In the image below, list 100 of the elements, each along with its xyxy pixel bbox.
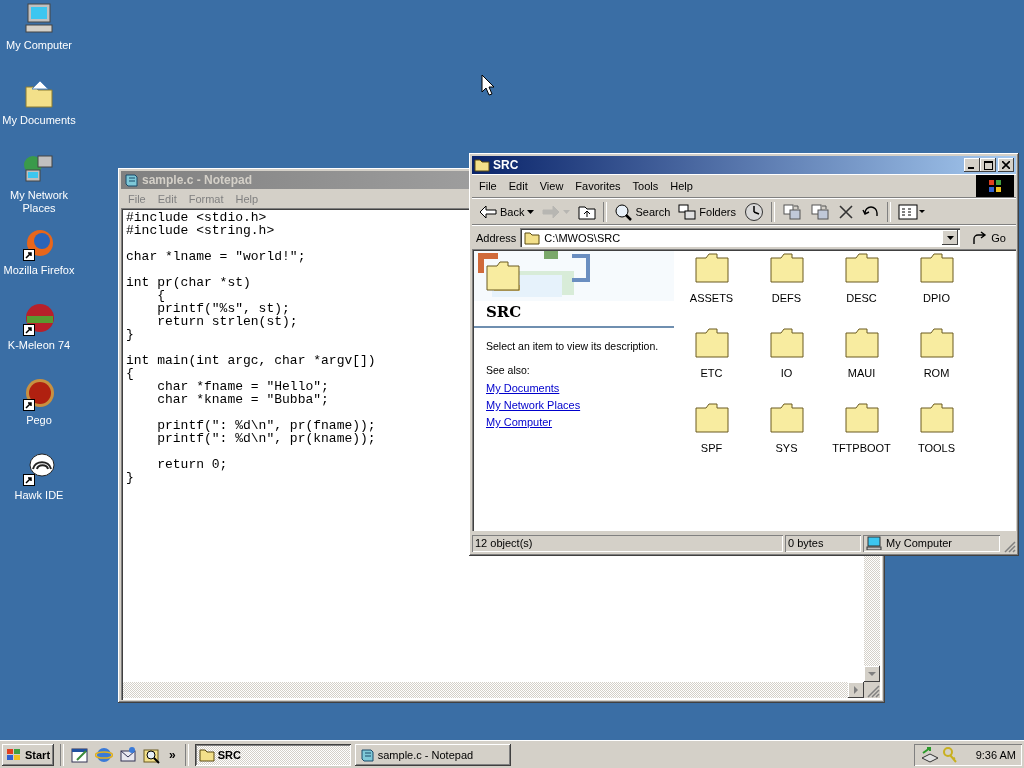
document-text: #include <stdio.h> #include <string.h> char *lname = "world!"; int pr(char *st) { printf("%s", st); return strlen(st); } int main(int argc, char *argv[]) { char *fname = "Hello"; char *kname = "Bubba"; printf(": %d\n", pr(fname)); printf(": %d\n", pr(kname)); return 0; }: [126, 211, 376, 484]
folder-icon: [769, 328, 804, 358]
network-icon[interactable]: [920, 745, 940, 764]
maximize-button[interactable]: [980, 158, 996, 172]
menu-item[interactable]: Edit: [503, 179, 533, 193]
notepad-icon: [123, 172, 139, 188]
folder-item[interactable]: DPIO: [899, 253, 974, 328]
go-button[interactable]: Go: [964, 230, 1012, 245]
desktop-shortcut[interactable]: Mozilla Firefox: [0, 225, 78, 300]
left-arrow-icon: [479, 204, 497, 219]
desktop-icon[interactable]: [71, 745, 90, 764]
address-label: Address: [476, 231, 517, 244]
address-field[interactable]: C:\MWOS\SRC: [520, 228, 961, 247]
views-icon: [898, 203, 926, 220]
clock: 9:36 AM: [975, 748, 1016, 761]
link[interactable]: My Network Places: [486, 397, 581, 414]
menu-item[interactable]: Favorites: [570, 179, 626, 193]
desktop-shortcut[interactable]: Hawk IDE: [0, 450, 78, 525]
taskbar-button[interactable]: sample.c - Notepad: [354, 743, 511, 766]
desktop-shortcut[interactable]: Pego: [0, 375, 78, 450]
move-to-icon: [782, 202, 802, 221]
windows-logo-icon: [987, 178, 1003, 194]
folder-icon: [769, 403, 804, 433]
desktop-shortcut[interactable]: K-Meleon 74: [0, 300, 78, 375]
folder-icon: [844, 253, 879, 283]
window-title: sample.c - Notepad: [142, 173, 253, 187]
folder-icon: [198, 747, 215, 762]
right-arrow-icon: [542, 204, 561, 219]
minimize-button[interactable]: [964, 158, 980, 172]
folder-item[interactable]: ASSETS: [674, 253, 749, 328]
folder-icon: [844, 403, 879, 433]
status-objects: 12 object(s): [472, 534, 783, 552]
desktop-shortcut[interactable]: My Network Places: [0, 150, 78, 225]
close-icon: [1002, 161, 1010, 169]
folder-heading: SRC: [485, 302, 523, 321]
menu-item[interactable]: View: [534, 179, 569, 193]
taskbar-button[interactable]: SRC: [194, 743, 351, 766]
back-button[interactable]: Back: [476, 202, 538, 221]
folder-up-icon: [578, 203, 597, 220]
search-button[interactable]: Search: [611, 200, 674, 223]
folder-item[interactable]: SYS: [749, 403, 824, 478]
folder-icon: [919, 403, 954, 433]
folder-item[interactable]: DEFS: [749, 253, 824, 328]
copy-to-icon: [810, 202, 830, 221]
folder-icon: [694, 253, 729, 283]
caret-icon: [563, 209, 571, 214]
scroll-down-button[interactable]: [864, 666, 880, 682]
more-button[interactable]: »: [166, 747, 179, 762]
caret-icon: [868, 671, 876, 677]
delete-icon: [838, 203, 854, 220]
dropdown-button[interactable]: [942, 230, 959, 245]
folder-icon: [694, 328, 729, 358]
folder-icon: [524, 230, 541, 245]
folder-item[interactable]: MAUI: [824, 328, 899, 403]
search-icon: [614, 202, 633, 221]
menu-item[interactable]: Tools: [627, 179, 664, 193]
folder-item[interactable]: ETC: [674, 328, 749, 403]
clock-icon: [744, 201, 764, 222]
folder-icon: [486, 261, 520, 291]
computer-icon: [22, 2, 56, 36]
folder-item[interactable]: ROM: [899, 328, 974, 403]
menu-item[interactable]: Help: [665, 179, 698, 193]
notepad-icon: [358, 746, 375, 763]
status-zone: My Computer: [863, 534, 1000, 552]
computer-icon: [866, 536, 882, 550]
start-button[interactable]: Start: [2, 743, 55, 766]
folder-item[interactable]: IO: [749, 328, 824, 403]
folder-item[interactable]: DESC: [824, 253, 899, 328]
undo-icon: [862, 204, 880, 219]
folder-icon: [919, 253, 954, 283]
folder-item[interactable]: SPF: [674, 403, 749, 478]
maximize-icon: [983, 160, 993, 170]
caret-icon: [853, 686, 859, 694]
close-button[interactable]: [998, 158, 1014, 172]
resize-grip-icon[interactable]: [864, 682, 880, 698]
caret-icon: [527, 209, 535, 214]
folder-item[interactable]: TFTPBOOT: [824, 403, 899, 478]
folder-icon: [769, 253, 804, 283]
link[interactable]: My Computer: [486, 414, 553, 431]
folders-icon: [678, 203, 697, 220]
window-title: SRC: [493, 158, 519, 172]
globe-icon[interactable]: [95, 745, 114, 764]
folders-button[interactable]: Folders: [675, 201, 739, 222]
cursor-icon: [481, 74, 495, 96]
folder-icon: [844, 328, 879, 358]
menu-item[interactable]: File: [474, 179, 502, 193]
folder-icon: [919, 328, 954, 358]
scroll-right-button[interactable]: [848, 682, 864, 698]
desktop-shortcut[interactable]: My Computer: [0, 0, 78, 75]
windows-logo-icon: [6, 747, 22, 762]
status-size: 0 bytes: [785, 534, 861, 552]
envelope-icon[interactable]: [119, 745, 138, 764]
see-also-label: See also:: [485, 364, 531, 376]
resize-grip-icon[interactable]: [1002, 539, 1016, 553]
folder-icon: [694, 403, 729, 433]
desktop-shortcut[interactable]: My Documents: [0, 75, 78, 150]
folder-item[interactable]: TOOLS: [899, 403, 974, 478]
description-text: Select an item to view its description.: [485, 340, 660, 352]
caret-icon: [946, 235, 954, 240]
link[interactable]: My Documents: [486, 380, 560, 397]
